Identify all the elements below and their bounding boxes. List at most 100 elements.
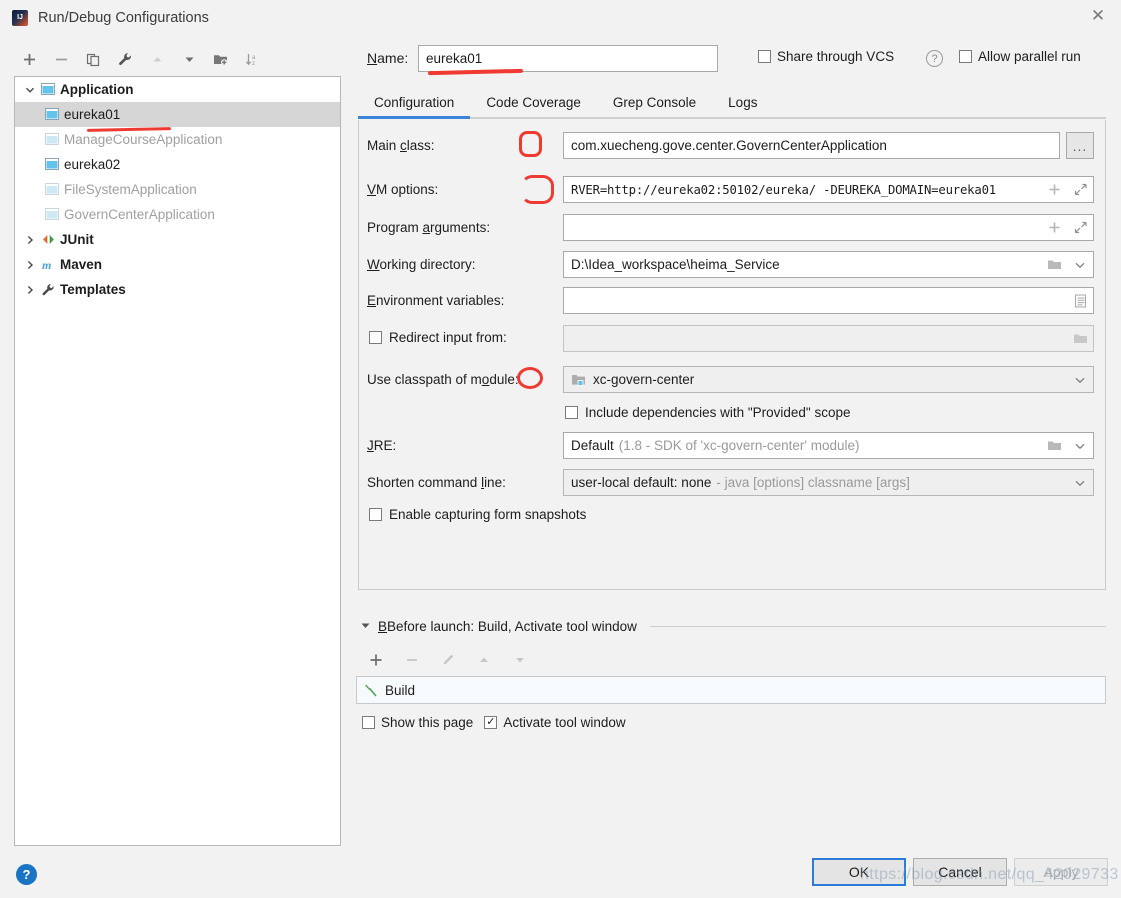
program-arguments-expand-icon[interactable] [1067,215,1093,240]
configurations-tree[interactable]: Application eureka01 ManageCourseApplica… [14,76,341,846]
jre-dropdown[interactable]: Default (1.8 - SDK of 'xc-govern-center'… [563,432,1094,459]
allow-parallel-run-checkbox[interactable]: Allow parallel run [959,49,1081,64]
before-launch-header[interactable]: BBefore launch: Build, Activate tool win… [360,619,1106,634]
ok-button[interactable]: OK [812,858,906,886]
environment-variables-input[interactable] [563,287,1094,314]
name-input[interactable]: eureka01 [418,45,718,72]
chevron-down-icon[interactable] [360,620,371,633]
tree-node-label: Maven [60,257,102,272]
vm-options-value: RVER=http://eureka02:50102/eureka/ -DEUR… [564,183,1041,197]
tab-code-coverage[interactable]: Code Coverage [470,88,597,117]
main-class-browse-button[interactable]: ... [1066,132,1094,159]
tree-node-managecourseapplication[interactable]: ManageCourseApplication [15,127,340,152]
checkbox-box[interactable] [369,508,382,521]
help-icon[interactable]: ? [16,864,37,885]
sort-alphabetically-button[interactable]: a z [238,45,268,73]
share-help-icon[interactable]: ? [926,50,943,67]
title-bar: Run/Debug Configurations ✕ [0,0,1121,35]
new-folder-button[interactable] [206,45,236,73]
close-icon[interactable]: ✕ [1075,0,1121,32]
cancel-button[interactable]: Cancel [913,858,1007,886]
jre-chevron-down-icon[interactable] [1067,433,1093,458]
tab-configuration[interactable]: Configuration [358,88,470,117]
tab-logs[interactable]: Logs [712,88,773,117]
vm-options-add-icon[interactable] [1041,177,1067,202]
jre-folder-icon[interactable] [1041,433,1067,458]
redirect-input-checkbox[interactable]: Redirect input from: [369,330,507,345]
show-this-page-checkbox[interactable]: Show this page [362,715,473,730]
chevron-right-icon[interactable] [21,235,39,245]
checkbox-box[interactable] [369,331,382,344]
vm-options-circle-annotation [521,175,554,204]
chevron-right-icon[interactable] [21,285,39,295]
tree-node-label: ManageCourseApplication [64,132,222,147]
before-launch-move-down-button[interactable] [504,647,536,673]
chevron-down-icon[interactable] [21,85,39,95]
build-hammer-icon [364,683,378,698]
environment-variables-label: Environment variables: [367,293,504,308]
move-down-button[interactable] [174,45,204,73]
tree-node-governcenterapplication[interactable]: GovernCenterApplication [15,202,340,227]
enable-form-snapshots-label: Enable capturing form snapshots [389,507,586,522]
module-icon [564,373,586,387]
tree-node-label: Templates [60,282,126,297]
shorten-value-wrap: user-local default: none - java [options… [564,475,1067,490]
tree-node-eureka01[interactable]: eureka01 [15,102,340,127]
redirect-input-folder-icon[interactable] [1067,326,1093,351]
edit-templates-wrench-icon[interactable] [110,45,140,73]
shorten-command-line-dropdown[interactable]: user-local default: none - java [options… [563,469,1094,496]
working-directory-value: D:\Idea_workspace\heima_Service [564,257,1041,272]
chevron-right-icon[interactable] [21,260,39,270]
checkbox-box[interactable] [362,716,375,729]
working-directory-chevron-down-icon[interactable] [1067,252,1093,277]
redirect-input-field[interactable] [563,325,1094,352]
tree-node-templates[interactable]: Templates [15,277,340,302]
before-launch-task-label: Build [385,683,415,698]
enable-form-snapshots-checkbox[interactable]: Enable capturing form snapshots [369,507,586,522]
program-arguments-input[interactable] [563,214,1094,241]
svg-text:m: m [42,258,51,271]
application-icon [43,108,61,121]
show-this-page-label: Show this page [381,715,473,730]
tab-grep-console[interactable]: Grep Console [597,88,712,117]
module-chevron-down-icon[interactable] [1067,367,1093,392]
vm-options-label: VM options: [367,182,438,197]
activate-tool-window-label: Activate tool window [503,715,625,730]
use-classpath-of-module-dropdown[interactable]: xc-govern-center [563,366,1094,393]
before-launch-task-list[interactable]: Build [356,676,1106,704]
main-class-value: com.xuecheng.gove.center.GovernCenterApp… [564,138,1059,153]
environment-variables-browse-icon[interactable] [1067,288,1093,313]
before-launch-edit-pencil-icon[interactable] [432,647,464,673]
main-class-input[interactable]: com.xuecheng.gove.center.GovernCenterApp… [563,132,1060,159]
tree-node-maven[interactable]: m Maven [15,252,340,277]
checkbox-box[interactable]: ✓ [484,716,497,729]
tree-node-junit[interactable]: JUnit [15,227,340,252]
before-launch-move-up-button[interactable] [468,647,500,673]
include-dependencies-checkbox[interactable]: Include dependencies with "Provided" sco… [565,405,851,420]
add-configuration-button[interactable] [14,45,44,73]
copy-configuration-button[interactable] [78,45,108,73]
before-launch-add-button[interactable] [360,647,392,673]
before-launch-remove-button[interactable] [396,647,428,673]
working-directory-folder-icon[interactable] [1041,252,1067,277]
vm-options-expand-icon[interactable] [1067,177,1093,202]
shorten-chevron-down-icon[interactable] [1067,470,1093,495]
activate-tool-window-checkbox[interactable]: ✓ Activate tool window [484,715,625,730]
vm-options-input[interactable]: RVER=http://eureka02:50102/eureka/ -DEUR… [563,176,1094,203]
checkbox-box[interactable] [959,50,972,63]
remove-configuration-button[interactable] [46,45,76,73]
checkbox-box[interactable] [565,406,578,419]
tree-node-eureka02[interactable]: eureka02 [15,152,340,177]
checkbox-box[interactable] [758,50,771,63]
apply-button[interactable]: Apply [1014,858,1108,886]
working-directory-label: Working directory: [367,257,476,272]
jre-value-hint: (1.8 - SDK of 'xc-govern-center' module) [619,438,860,453]
program-arguments-add-icon[interactable] [1041,215,1067,240]
working-directory-input[interactable]: D:\Idea_workspace\heima_Service [563,251,1094,278]
tree-node-label: FileSystemApplication [64,182,197,197]
jre-value: Default [571,438,614,453]
tree-node-application[interactable]: Application [15,77,340,102]
move-up-button[interactable] [142,45,172,73]
tree-node-filesystemapplication[interactable]: FileSystemApplication [15,177,340,202]
share-through-vcs-checkbox[interactable]: Share through VCS [758,49,894,64]
